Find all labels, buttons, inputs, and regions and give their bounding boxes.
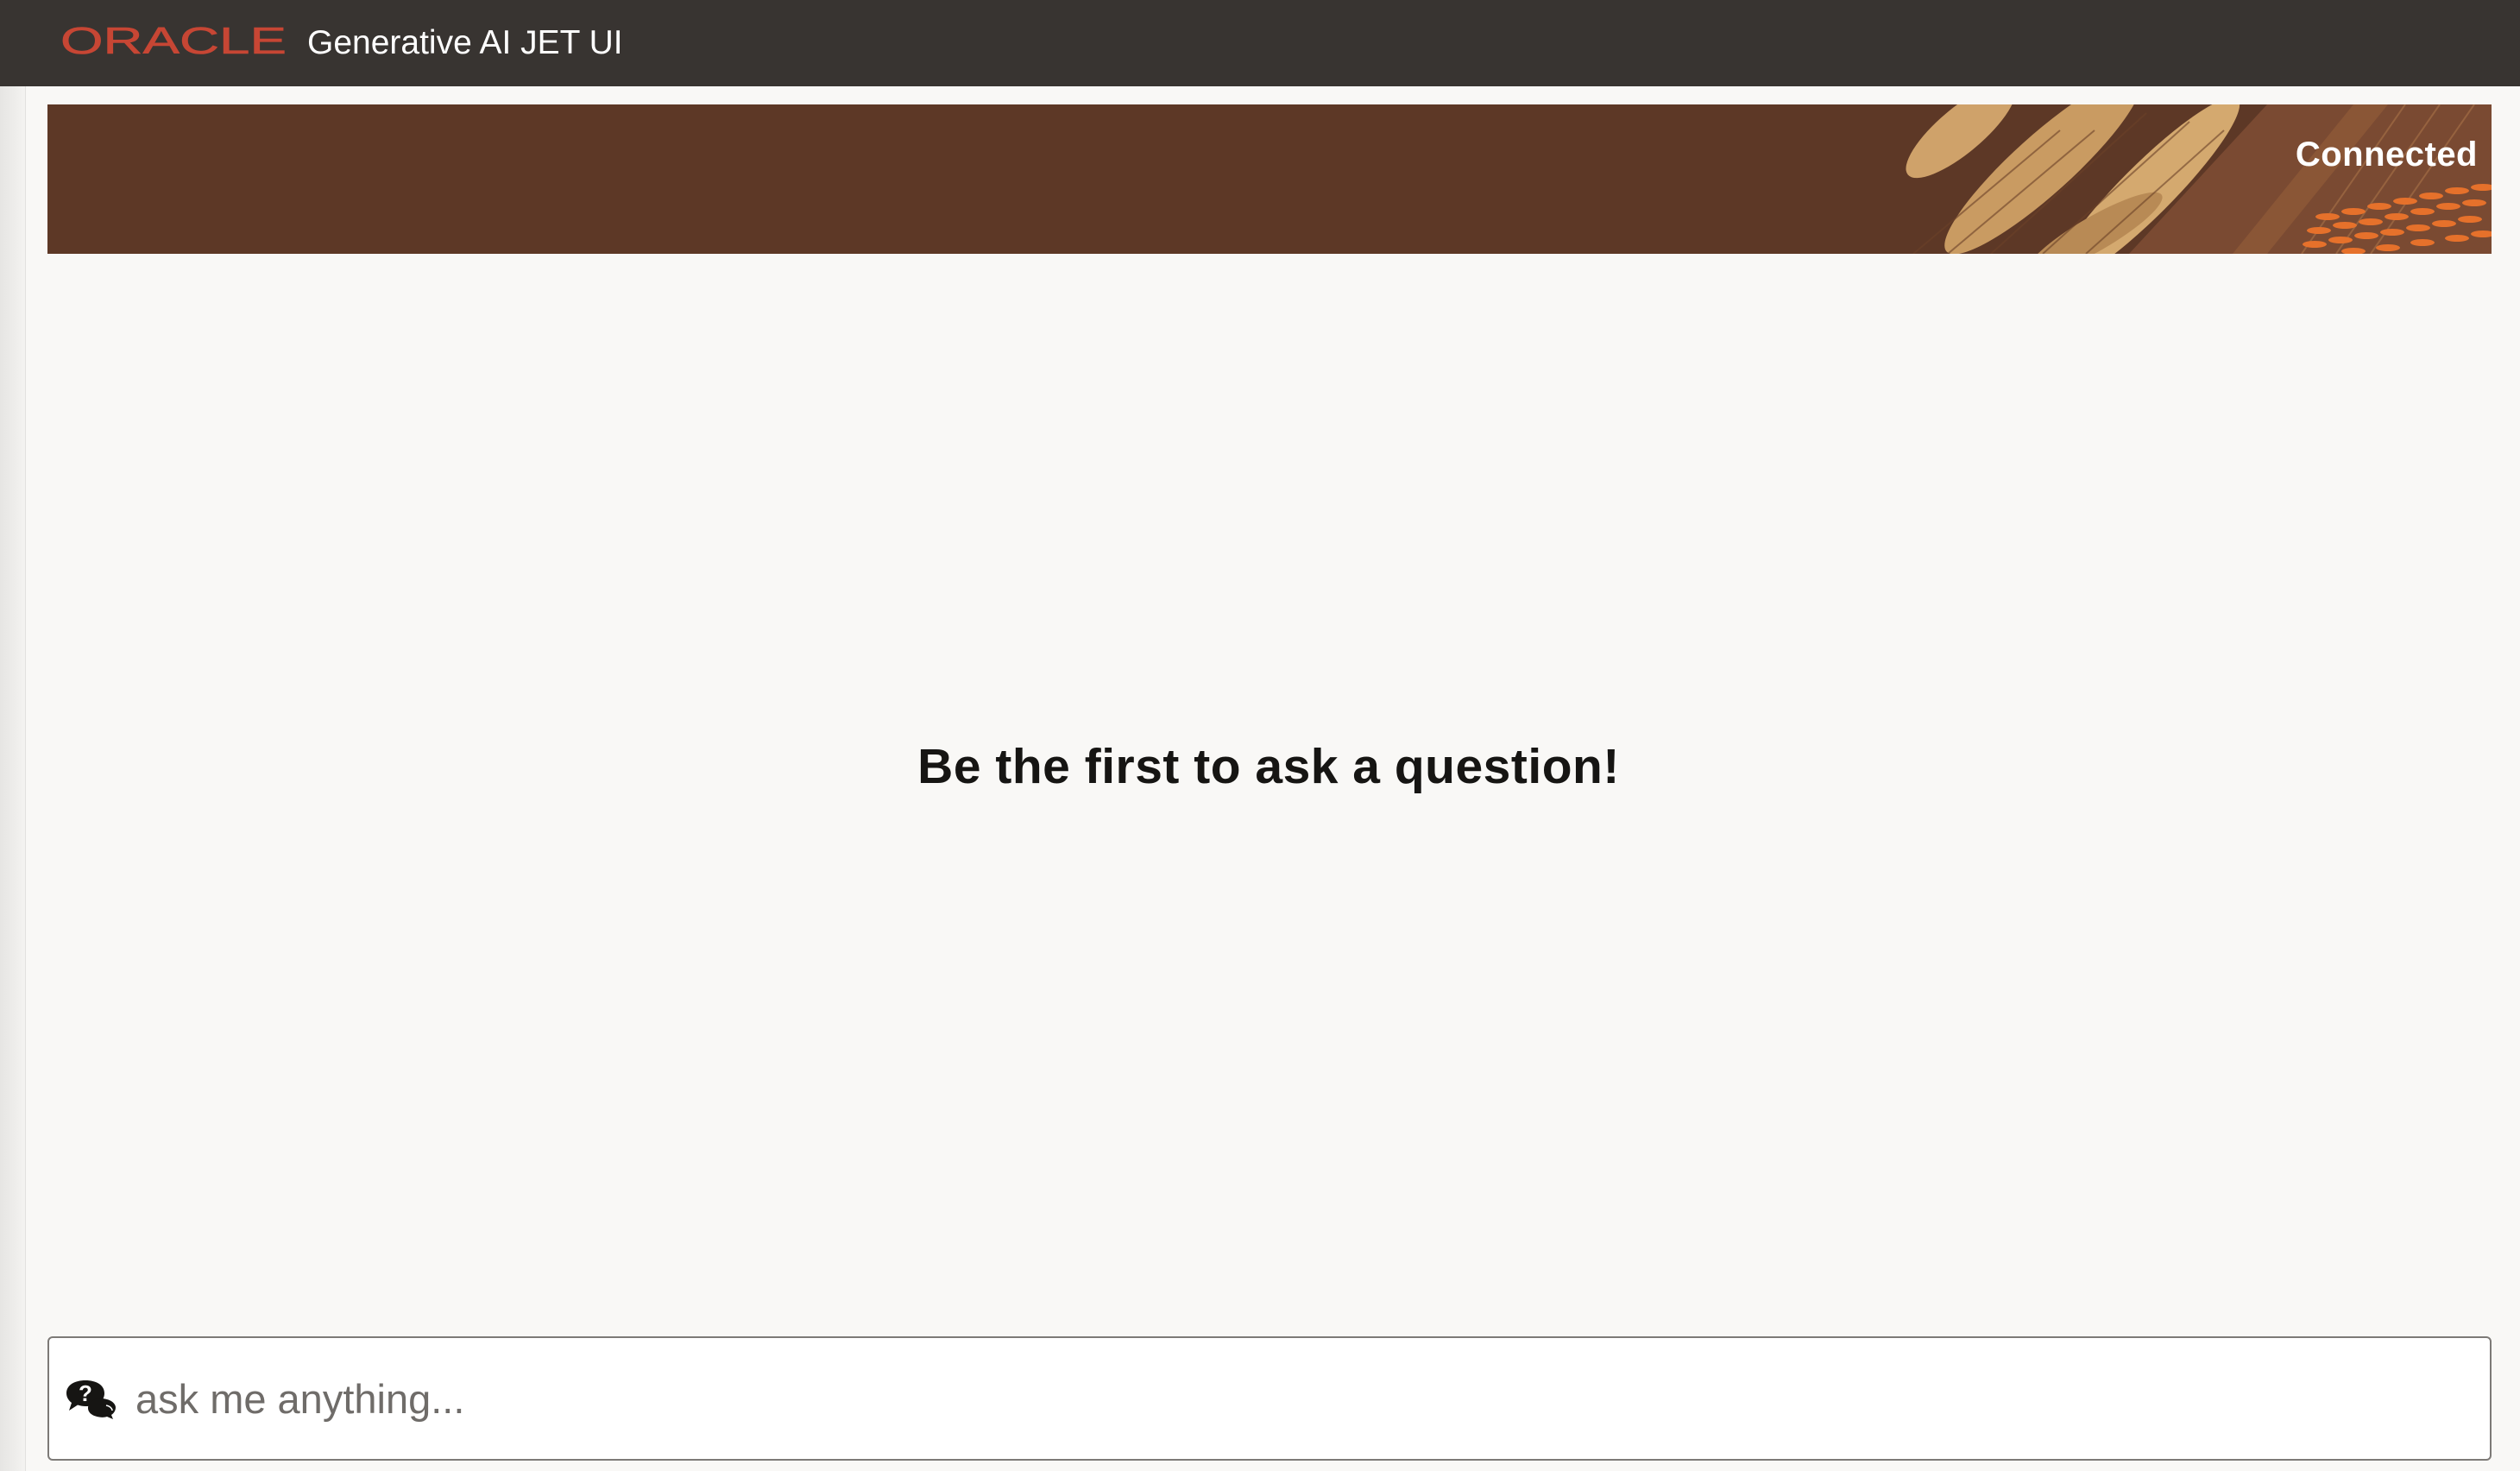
svg-text:?: ?: [79, 1380, 92, 1406]
connection-status: Connected: [2295, 136, 2478, 174]
question-input-bar[interactable]: ?: [47, 1336, 2492, 1461]
app-title: Generative AI JET UI: [307, 24, 623, 61]
question-input[interactable]: [134, 1364, 2464, 1433]
svg-text:ORACLE: ORACLE: [60, 25, 287, 60]
status-banner: Connected: [47, 104, 2492, 254]
oracle-logo: ORACLE: [60, 25, 287, 60]
top-bar: ORACLE Generative AI JET UI: [0, 0, 2520, 86]
chat-bubbles-question-icon: ?: [66, 1380, 116, 1419]
banner-artwork: [1906, 104, 2492, 254]
empty-conversation-message: Be the first to ask a question!: [917, 739, 1620, 794]
